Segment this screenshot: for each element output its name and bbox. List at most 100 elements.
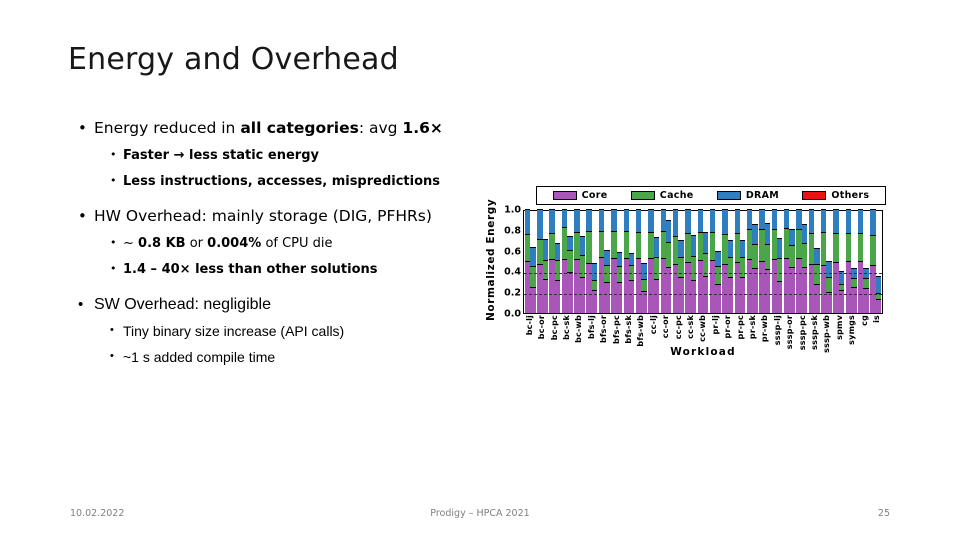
bullet-block-sw-overhead: • SW Overhead: negligible • Tiny binary siz… — [68, 294, 488, 367]
x-tick-label: bc-or — [537, 315, 547, 340]
bar-segment-core — [875, 299, 882, 313]
bullet-dot-icon: • — [110, 174, 117, 187]
y-tick-label: 1.0 — [504, 204, 521, 216]
bullet-text: 0.8 KB — [138, 236, 186, 251]
bullet-dot-icon: • — [110, 350, 114, 362]
stacked-bar — [752, 223, 758, 313]
stacked-bar — [740, 240, 746, 313]
bar-group — [549, 209, 561, 313]
bar-group — [808, 209, 820, 313]
bar-segment-cache — [752, 244, 758, 269]
bullet-level1: • HW Overhead: mainly storage (DIG, PFHRs… — [68, 206, 488, 227]
stacked-bar — [851, 268, 857, 313]
bar-segment-core — [863, 288, 869, 313]
x-tick-label: pr-or — [723, 315, 733, 339]
bar-group — [771, 209, 783, 313]
bar-segment-cache — [833, 232, 839, 263]
bar-group — [857, 209, 869, 313]
energy-chart: Normalized Energy 0.0 0.2 0.4 0.6 0.8 1.0 Cor… — [484, 186, 900, 358]
bar-segment-dram — [801, 223, 808, 244]
stacked-bar — [653, 237, 660, 313]
legend-swatch-others — [802, 191, 827, 200]
stacked-bar — [801, 223, 808, 313]
legend-label: Cache — [659, 190, 694, 201]
bar-segment-dram — [808, 209, 815, 233]
bar-group — [722, 209, 734, 313]
x-tick-label: cg — [859, 315, 869, 326]
bar-segment-dram — [530, 247, 536, 267]
stacked-bar — [641, 263, 647, 313]
bar-group — [647, 209, 660, 313]
bar-segment-dram — [789, 228, 795, 246]
bar-group — [623, 209, 635, 313]
bar-segment-dram — [727, 240, 734, 257]
x-tick-label: bfs-wb — [636, 315, 646, 347]
bullet-text: 1.4 – 40× less than other solutions — [123, 262, 378, 277]
bullet-block-energy: • Energy reduced in all categories: avg 1… — [68, 118, 488, 191]
bar-segment-dram — [598, 209, 605, 231]
bar-segment-dram — [833, 209, 839, 233]
bar-segment-cache — [858, 232, 864, 261]
bar-segment-dram — [641, 263, 647, 279]
bar-segment-core — [690, 279, 697, 313]
grid-line — [524, 294, 882, 296]
bar-segment-dram — [734, 209, 741, 233]
bar-segment-core — [567, 272, 573, 313]
bar-group — [759, 209, 771, 313]
bar-group — [660, 209, 672, 313]
bar-segment-dram — [740, 240, 746, 257]
bar-segment-dram — [715, 250, 721, 267]
bullet-text: Tiny binary size increase (API calls) — [123, 323, 345, 339]
legend-item-cache: Cache — [630, 190, 694, 201]
bar-group — [783, 209, 795, 313]
chart-y-axis-label: Normalized Energy — [485, 198, 497, 322]
x-tick-label: bc-lj — [524, 315, 534, 336]
bar-segment-dram — [554, 243, 561, 260]
bar-group — [561, 209, 573, 313]
stacked-bar — [665, 220, 672, 313]
bar-segment-dram — [875, 275, 882, 294]
legend-item-dram: DRAM — [716, 190, 779, 201]
bullet-body: • Energy reduced in all categories: avg 1… — [68, 118, 488, 382]
x-tick-label: bc-wb — [574, 315, 584, 343]
bar-group — [833, 209, 845, 313]
bullet-text: SW Overhead: negligible — [94, 296, 271, 313]
bar-segment-cache — [863, 277, 869, 289]
bar-segment-dram — [845, 209, 852, 233]
stacked-bar — [591, 263, 598, 313]
stacked-bar — [715, 250, 721, 313]
stacked-bar — [789, 228, 795, 313]
x-tick-label: spmv — [834, 315, 844, 340]
bar-segment-dram — [690, 235, 697, 256]
bar-segment-dram — [586, 209, 592, 231]
bar-segment-dram — [752, 223, 758, 245]
chart-y-ticks: 0.0 0.2 0.4 0.6 0.8 1.0 — [501, 205, 521, 320]
stacked-bar — [579, 236, 585, 313]
bullet-level2: • Faster → less static energy — [68, 146, 488, 165]
bar-segment-core — [542, 278, 548, 313]
stacked-bar — [764, 222, 771, 313]
bar-segment-core — [826, 292, 832, 313]
legend-label: Core — [581, 190, 608, 201]
bar-segment-cache — [870, 235, 876, 266]
bullet-level2: • ~1 s added compile time — [68, 348, 488, 367]
stacked-bar — [678, 240, 684, 313]
bar-segment-core — [653, 278, 660, 313]
stacked-bar — [814, 247, 820, 313]
bullet-dot-icon: • — [110, 262, 117, 275]
bar-segment-dram — [672, 209, 679, 237]
x-tick-label: cc-or — [661, 315, 671, 339]
stacked-bar — [616, 251, 622, 313]
bar-segment-dram — [567, 236, 573, 250]
bar-segment-dram — [722, 209, 728, 234]
bar-group — [709, 209, 721, 313]
bar-segment-dram — [777, 238, 783, 258]
bar-segment-cache — [826, 276, 832, 293]
bar-segment-dram — [604, 249, 610, 266]
bullet-text: of CPU die — [261, 236, 333, 251]
bar-segment-cache — [653, 256, 660, 279]
bullet-text: Faster → less static energy — [123, 148, 319, 163]
bar-segment-core — [604, 281, 610, 313]
stacked-bar — [542, 239, 548, 313]
bar-segment-core — [752, 268, 758, 313]
